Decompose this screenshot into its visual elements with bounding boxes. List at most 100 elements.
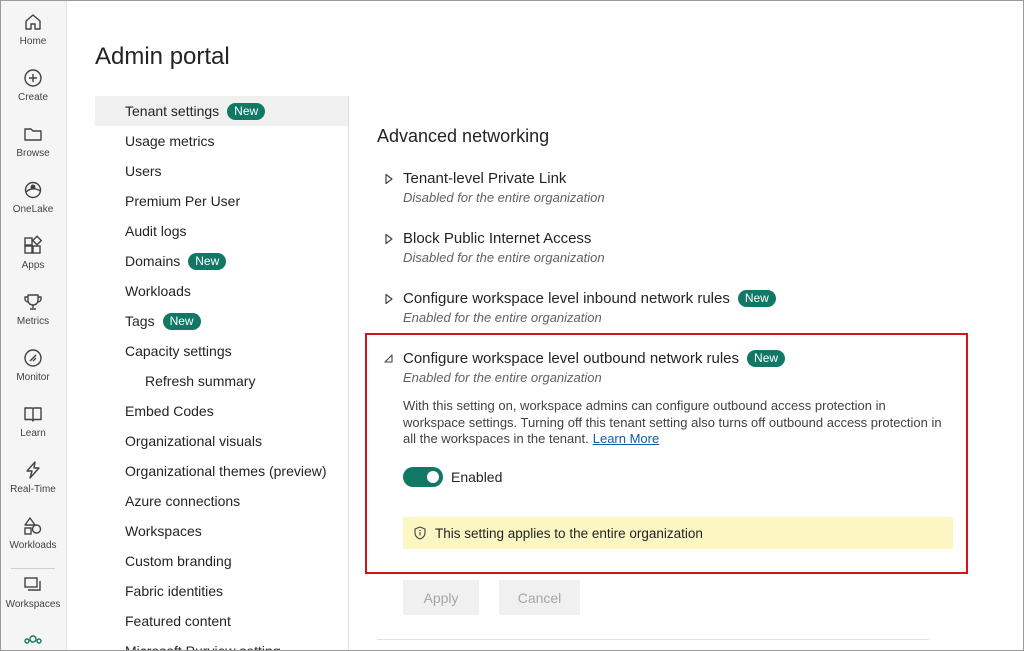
nav-item-workloads[interactable]: Workloads xyxy=(95,276,348,306)
section-divider xyxy=(377,639,929,640)
nav-item-usage-metrics[interactable]: Usage metrics xyxy=(95,126,348,156)
nav-item-organizational-themes[interactable]: Organizational themes (preview) xyxy=(95,456,348,486)
setting-outbound-rules: Configure workspace level outbound netwo… xyxy=(383,350,786,385)
nav-item-label: Workloads xyxy=(125,283,191,299)
rail-label: Apps xyxy=(21,260,45,271)
nav-item-domains[interactable]: Domains New xyxy=(95,246,348,276)
nav-item-label: Usage metrics xyxy=(125,133,215,149)
description-text: With this setting on, workspace admins c… xyxy=(403,398,942,446)
lightning-icon xyxy=(26,461,40,479)
nav-item-label: Featured content xyxy=(125,613,231,629)
nav-item-label: Users xyxy=(125,163,162,179)
rail-label: Learn xyxy=(20,428,46,439)
nav-item-embed-codes[interactable]: Embed Codes xyxy=(95,396,348,426)
rail-apps[interactable]: Apps xyxy=(1,225,65,279)
nav-item-workspaces[interactable]: Workspaces xyxy=(95,516,348,546)
nav-item-microsoft-purview[interactable]: Microsoft Purview setting xyxy=(95,636,348,651)
setting-header[interactable]: Configure workspace level inbound networ… xyxy=(383,290,776,307)
setting-header[interactable]: Configure workspace level outbound netwo… xyxy=(383,350,786,367)
setting-block-public-internet: Block Public Internet Access Disabled fo… xyxy=(383,230,605,265)
cancel-button[interactable]: Cancel xyxy=(499,580,580,615)
setting-header[interactable]: Tenant-level Private Link xyxy=(383,170,605,187)
learn-more-link[interactable]: Learn More xyxy=(593,431,659,446)
nav-item-label: Workspaces xyxy=(125,523,202,539)
chevron-right-icon xyxy=(385,233,393,244)
rail-monitor[interactable]: Monitor xyxy=(1,337,65,391)
home-icon xyxy=(25,14,41,30)
chevron-right-icon xyxy=(385,293,393,304)
nav-item-label: Azure connections xyxy=(125,493,241,509)
nav-item-refresh-summary[interactable]: Refresh summary xyxy=(95,366,348,396)
new-badge: New xyxy=(747,350,786,367)
toggle-knob xyxy=(427,471,439,483)
new-badge: New xyxy=(227,102,266,120)
rail-browse[interactable]: Browse xyxy=(1,113,65,167)
new-badge: New xyxy=(162,312,201,330)
nav-item-audit-logs[interactable]: Audit logs xyxy=(95,216,348,246)
nav-item-premium-per-user[interactable]: Premium Per User xyxy=(95,186,348,216)
workloads-icon xyxy=(24,517,42,535)
toggle-row: Enabled xyxy=(403,467,502,487)
nav-item-label: Domains xyxy=(125,253,181,269)
nav-item-featured-content[interactable]: Featured content xyxy=(95,606,348,636)
book-icon xyxy=(24,407,42,422)
rail-onelake[interactable]: OneLake xyxy=(1,169,65,223)
nav-item-capacity-settings[interactable]: Capacity settings xyxy=(95,336,348,366)
folder-icon xyxy=(24,128,42,141)
rail-label: Real-Time xyxy=(10,484,56,495)
trophy-icon xyxy=(24,294,42,310)
rail-workspaces[interactable]: Workspaces xyxy=(1,564,65,618)
rail-label: OneLake xyxy=(12,204,54,215)
workspaces-icon xyxy=(24,577,41,591)
rail-create[interactable]: Create xyxy=(1,57,65,111)
setting-private-link: Tenant-level Private Link Disabled for t… xyxy=(383,170,605,205)
setting-status: Enabled for the entire organization xyxy=(403,310,602,325)
people-icon xyxy=(24,635,42,644)
nav-item-tags[interactable]: Tags New xyxy=(95,306,348,336)
setting-name: Block Public Internet Access xyxy=(403,230,592,247)
rail-learn[interactable]: Learn xyxy=(1,393,65,447)
nav-item-label: Microsoft Purview setting xyxy=(125,643,281,651)
nav-item-tenant-settings[interactable]: Tenant settings New xyxy=(95,96,348,126)
nav-item-label: Capacity settings xyxy=(125,343,232,359)
nav-item-users[interactable]: Users xyxy=(95,156,348,186)
setting-description: With this setting on, workspace admins c… xyxy=(403,398,943,448)
setting-header[interactable]: Block Public Internet Access xyxy=(383,230,605,247)
nav-item-label: Tenant settings xyxy=(125,103,220,119)
nav-item-label: Fabric identities xyxy=(125,583,224,599)
rail-label: Home xyxy=(19,36,47,47)
nav-item-label: Refresh summary xyxy=(145,373,256,389)
rail-label: Workloads xyxy=(9,540,57,551)
rail-label: Monitor xyxy=(16,372,50,383)
setting-status: Enabled for the entire organization xyxy=(403,370,602,385)
chevron-right-icon xyxy=(385,173,393,184)
plus-circle-icon xyxy=(24,69,42,87)
info-bar: This setting applies to the entire organ… xyxy=(403,517,953,549)
new-badge: New xyxy=(188,252,227,270)
setting-name: Tenant-level Private Link xyxy=(403,170,567,187)
nav-item-organizational-visuals[interactable]: Organizational visuals xyxy=(95,426,348,456)
monitor-icon xyxy=(24,349,42,367)
setting-status: Disabled for the entire organization xyxy=(403,190,605,205)
rail-label: Create xyxy=(17,92,48,103)
apply-button[interactable]: Apply xyxy=(403,580,479,615)
nav-item-label: Embed Codes xyxy=(125,403,214,419)
info-text: This setting applies to the entire organ… xyxy=(435,525,703,541)
rail-workloads[interactable]: Workloads xyxy=(1,505,65,559)
nav-item-label: Tags xyxy=(125,313,155,329)
nav-item-label: Organizational visuals xyxy=(125,433,262,449)
rail-metrics[interactable]: Metrics xyxy=(1,281,65,335)
rail-people[interactable] xyxy=(1,621,65,650)
rail-realtime[interactable]: Real-Time xyxy=(1,449,65,503)
rail-home[interactable]: Home xyxy=(1,1,65,55)
setting-name: Configure workspace level outbound netwo… xyxy=(403,350,740,367)
enabled-toggle[interactable] xyxy=(403,467,443,487)
admin-nav: Tenant settings New Usage metrics Users P… xyxy=(95,96,349,651)
nav-item-label: Organizational themes (preview) xyxy=(125,463,327,479)
nav-item-custom-branding[interactable]: Custom branding xyxy=(95,546,348,576)
nav-item-azure-connections[interactable]: Azure connections xyxy=(95,486,348,516)
onelake-icon xyxy=(24,181,42,199)
setting-status: Disabled for the entire organization xyxy=(403,250,605,265)
nav-item-fabric-identities[interactable]: Fabric identities xyxy=(95,576,348,606)
rail-label: Workspaces xyxy=(5,599,61,610)
